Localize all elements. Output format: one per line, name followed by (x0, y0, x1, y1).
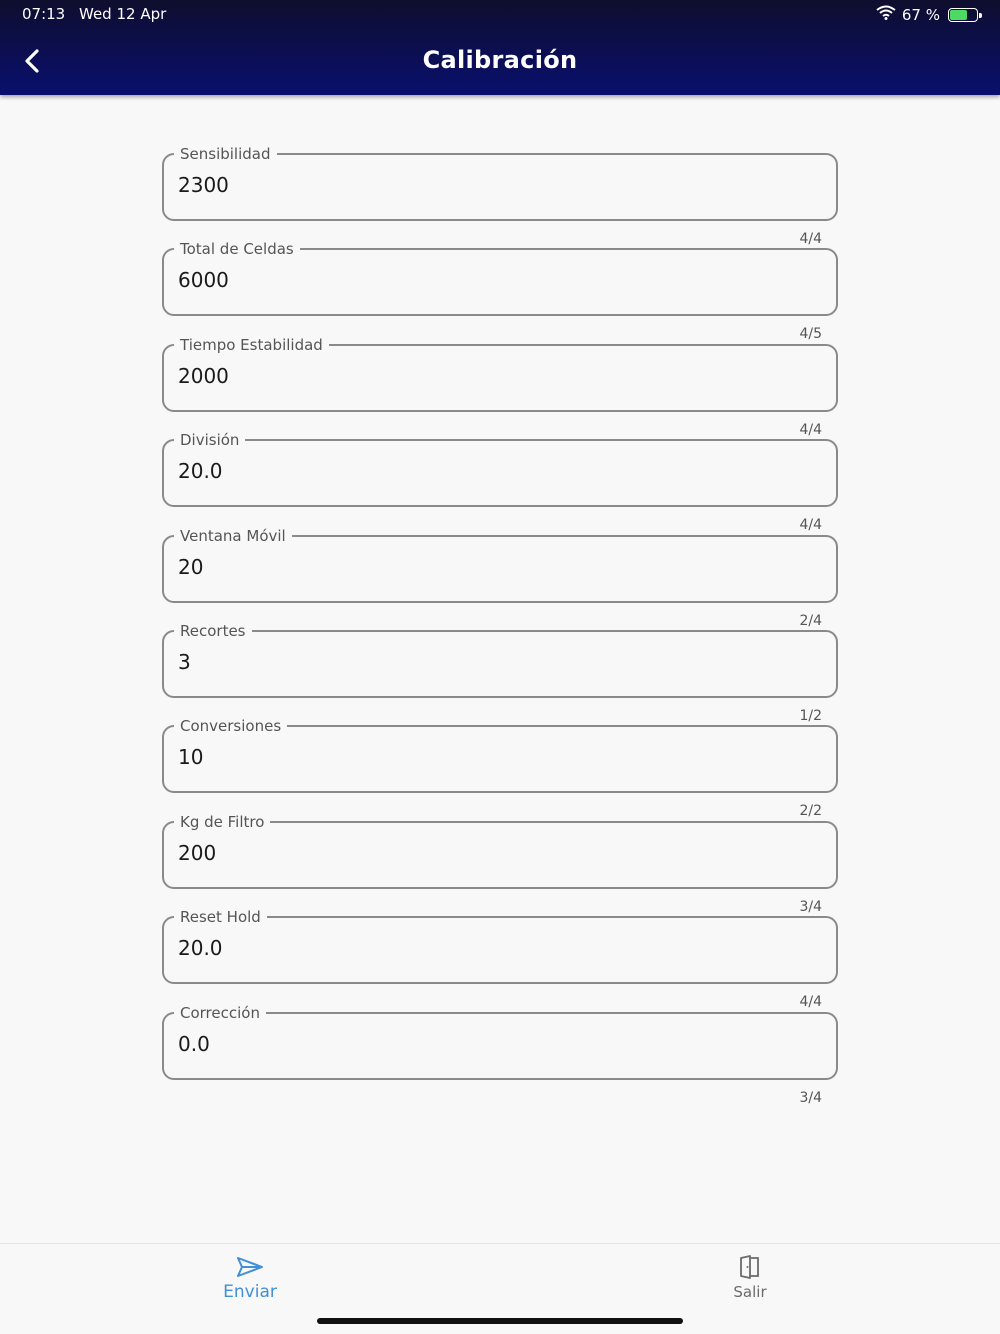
field-outline[interactable]: Conversiones (162, 717, 838, 794)
field-outline[interactable]: Ventana Móvil (162, 526, 838, 603)
field-input[interactable] (178, 1031, 818, 1056)
status-date: Wed 12 Apr (79, 5, 167, 23)
form-field: División 4/4 (162, 431, 838, 534)
field-outline[interactable]: Tiempo Estabilidad (162, 335, 838, 412)
field-input[interactable] (178, 840, 818, 865)
form-field: Tiempo Estabilidad 4/4 (162, 335, 838, 439)
form-field: Corrección 3/4 (162, 1003, 838, 1107)
field-label: Tiempo Estabilidad (174, 335, 329, 354)
field-input[interactable] (178, 268, 818, 293)
character-counter: 4/4 (799, 421, 822, 438)
send-tab-label: Enviar (223, 1282, 277, 1302)
field-input[interactable] (178, 363, 818, 388)
field-outline[interactable]: División (162, 431, 838, 508)
wifi-icon (876, 5, 896, 24)
character-counter: 3/4 (799, 1089, 822, 1106)
battery-percent: 67 % (901, 5, 940, 24)
field-input[interactable] (178, 936, 818, 961)
character-counter: 4/4 (799, 517, 822, 534)
field-label: Reset Hold (174, 908, 267, 927)
field-label: Total de Celdas (174, 240, 300, 259)
field-input[interactable] (178, 649, 818, 674)
field-input[interactable] (178, 745, 818, 770)
calibration-form: Sensibilidad4/4Total de Celdas4/5Tiempo … (162, 145, 838, 1107)
form-field: Ventana Móvil 2/4 (162, 526, 838, 630)
battery-level-fill (950, 9, 967, 20)
status-indicators: 67 % (876, 5, 982, 24)
character-counter: 4/4 (799, 994, 822, 1011)
character-counter: 2/2 (799, 803, 822, 820)
field-label: Kg de Filtro (174, 812, 271, 831)
character-counter: 2/4 (799, 612, 822, 629)
battery-icon (948, 7, 982, 22)
field-label: División (174, 431, 246, 450)
field-outline[interactable]: Sensibilidad (162, 145, 838, 221)
field-label: Conversiones (174, 717, 288, 736)
field-outline[interactable]: Recortes (162, 621, 838, 698)
status-bar: 07:13 Wed 12 Apr 67 % (0, 0, 1000, 28)
character-counter: 4/5 (799, 326, 822, 343)
form-field: Total de Celdas 4/5 (162, 240, 838, 343)
page-title: Calibración (422, 46, 578, 74)
field-label: Corrección (174, 1003, 266, 1022)
character-counter: 4/4 (799, 231, 822, 247)
send-icon (237, 1257, 263, 1277)
field-outline[interactable]: Corrección (162, 1003, 838, 1080)
form-field: Reset Hold 4/4 (162, 908, 838, 1011)
exit-tab[interactable]: Salir (690, 1254, 810, 1301)
field-outline[interactable]: Kg de Filtro (162, 812, 838, 889)
character-counter: 3/4 (799, 898, 822, 915)
form-field: Conversiones 2/2 (162, 717, 838, 820)
field-input[interactable] (178, 554, 818, 579)
field-label: Recortes (174, 621, 252, 640)
field-input[interactable] (178, 459, 818, 484)
character-counter: 1/2 (799, 707, 822, 724)
status-time: 07:13 (22, 5, 66, 23)
form-field: Recortes 1/2 (162, 621, 838, 725)
field-label: Ventana Móvil (174, 526, 292, 545)
field-label: Sensibilidad (174, 145, 277, 163)
form-field: Kg de Filtro 3/4 (162, 812, 838, 916)
send-tab[interactable]: Enviar (190, 1254, 310, 1302)
field-outline[interactable]: Reset Hold (162, 908, 838, 985)
home-indicator (317, 1318, 683, 1324)
exit-door-icon (740, 1255, 759, 1279)
exit-tab-label: Salir (733, 1283, 767, 1301)
app-header: 07:13 Wed 12 Apr 67 % Calibración (0, 0, 1000, 95)
battery-tip (979, 12, 982, 18)
field-input[interactable] (178, 173, 818, 197)
form-field: Sensibilidad 4/4 (162, 145, 838, 248)
field-outline[interactable]: Total de Celdas (162, 240, 838, 317)
